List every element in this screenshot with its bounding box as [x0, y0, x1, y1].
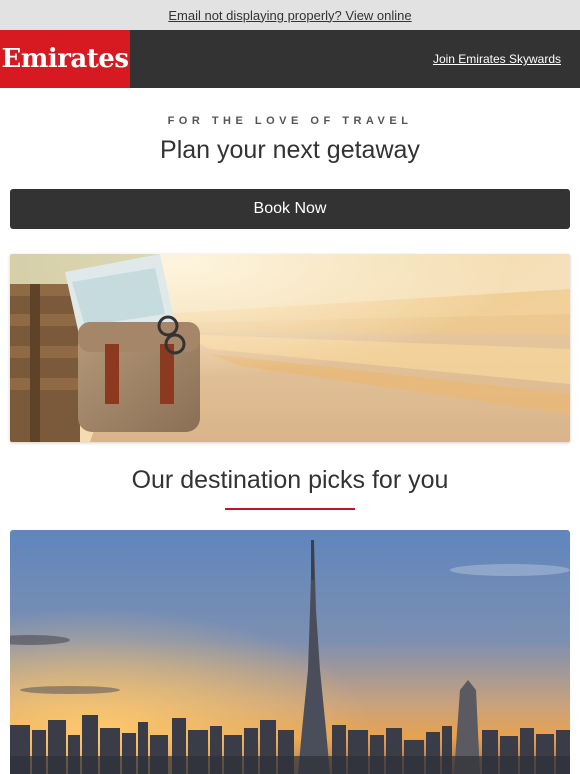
- emirates-logo[interactable]: Emirates: [0, 30, 130, 88]
- eyebrow-text: FOR THE LOVE OF TRAVEL: [167, 115, 413, 127]
- join-skywards-link[interactable]: Join Emirates Skywards: [433, 52, 561, 66]
- destinations-title: Our destination picks for you: [131, 466, 449, 494]
- destination-image-dubai[interactable]: [10, 530, 570, 774]
- book-now-button[interactable]: Book Now: [10, 189, 570, 229]
- logo-wordmark: Emirates: [1, 44, 129, 74]
- hero-image-travel-bag[interactable]: [10, 254, 570, 442]
- view-online-link[interactable]: Email not displaying properly? View onli…: [168, 8, 411, 23]
- title-divider: [225, 508, 355, 510]
- view-online-bar: Email not displaying properly? View onli…: [0, 0, 580, 30]
- email-header: Emirates Join Emirates Skywards: [0, 30, 580, 88]
- page-headline: Plan your next getaway: [160, 136, 420, 164]
